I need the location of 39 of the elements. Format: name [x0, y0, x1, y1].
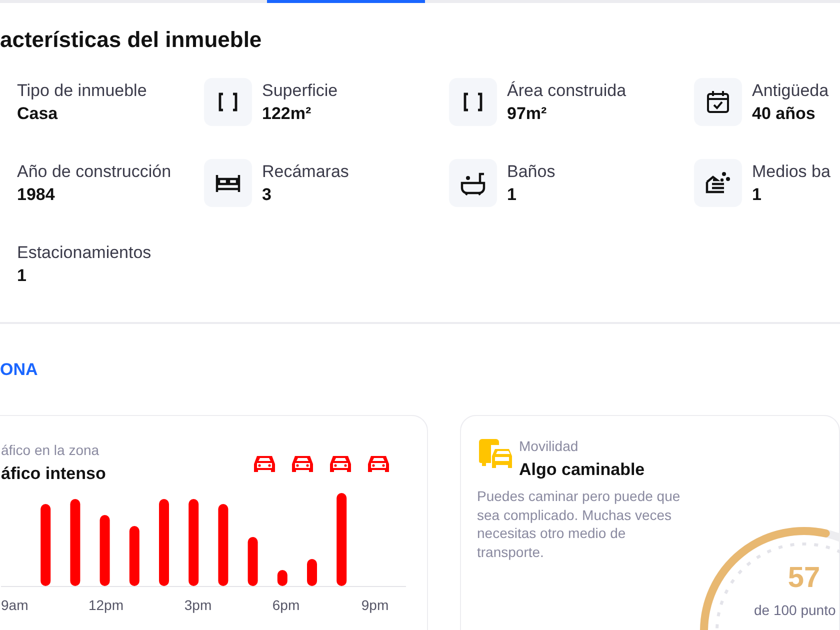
axis-label: 12pm: [88, 597, 124, 613]
feature-label: Recámaras: [262, 162, 349, 182]
feature-value: Casa: [17, 104, 59, 124]
hand-washing-icon: [704, 170, 732, 196]
feature-label: Medios ba: [752, 162, 830, 182]
calendar-icon: [705, 89, 731, 115]
bathtub-icon: [459, 170, 487, 196]
axis-label: 9am: [1, 597, 28, 613]
feature-value: 97m²: [507, 104, 548, 124]
brackets-icon: [462, 91, 484, 113]
card-status: Algo caminable: [519, 460, 645, 480]
feature-label: Estacionamientos: [17, 242, 152, 262]
feature-value: 1: [507, 184, 518, 204]
card-status: áfico intenso: [1, 464, 106, 484]
feature-value: 1984: [17, 184, 56, 204]
feature-label: Año de construcción: [17, 162, 172, 182]
score-caption: de 100 punto: [754, 602, 836, 618]
axis-label: 3pm: [184, 597, 212, 613]
section-title: ONA: [0, 360, 39, 380]
feature-value: 3: [262, 184, 272, 204]
bed-icon: [214, 172, 242, 194]
feature-value: 1: [752, 184, 762, 204]
feature-label: Superficie: [262, 80, 338, 100]
feature-label: Antigüeda: [752, 80, 829, 100]
brackets-icon: [217, 91, 239, 113]
card-description: Puedes caminar pero puede que sea complicado. Muchas veces necesitas otro medio de transporte.: [477, 487, 682, 561]
feature-label: Tipo de inmueble: [17, 80, 147, 100]
section-title: acterísticas del inmueble: [0, 27, 263, 53]
card-label: Movilidad: [519, 438, 580, 454]
feature-label: Área construida: [507, 80, 626, 100]
feature-label: Baños: [507, 162, 556, 182]
feature-value: 40 años: [752, 104, 816, 124]
feature-value: 1: [17, 266, 28, 286]
axis-label: 6pm: [272, 597, 300, 613]
bus-and-car-icon: [477, 438, 515, 470]
axis-label: 9pm: [361, 597, 389, 613]
feature-value: 122m²: [262, 104, 312, 124]
score-value: 57: [786, 562, 822, 595]
card-label: áfico en la zona: [1, 442, 100, 458]
